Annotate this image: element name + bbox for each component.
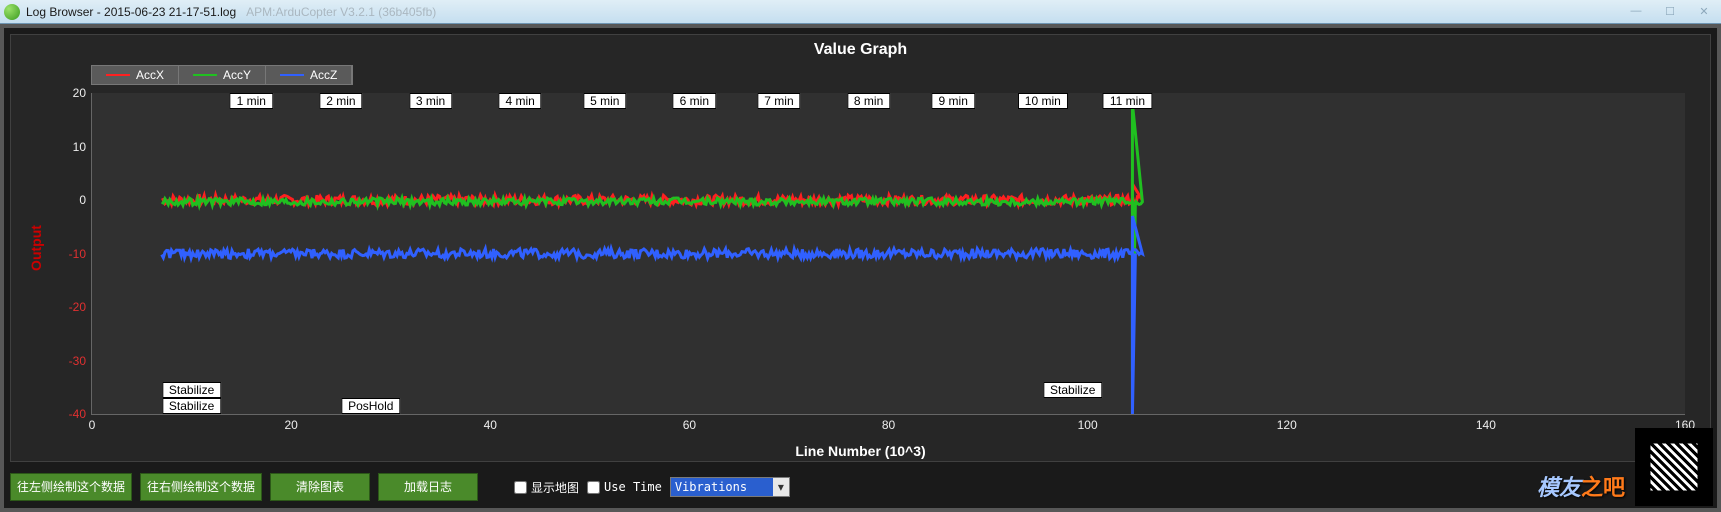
legend-label: AccY: [223, 68, 251, 82]
x-axis-label: Line Number (10^3): [795, 443, 925, 459]
show-map-label: 显示地图: [531, 479, 579, 496]
mode-marker: PosHold: [341, 398, 400, 414]
chart-title: Value Graph: [11, 35, 1710, 59]
time-marker: 2 min: [319, 93, 362, 109]
title-bar: Log Browser - 2015-06-23 21-17-51.log AP…: [0, 0, 1721, 24]
y-tick: 10: [73, 140, 86, 154]
app-body: Value Graph Output Line Number (10^3) Ac…: [0, 24, 1721, 512]
watermark-brand: 模友之吧: [1537, 470, 1625, 502]
mode-marker: Stabilize: [162, 398, 221, 414]
use-time-input[interactable]: [587, 481, 600, 494]
x-tick: 0: [89, 418, 96, 432]
x-tick: 20: [284, 418, 297, 432]
close-button[interactable]: ✕: [1691, 5, 1717, 18]
x-tick: 40: [484, 418, 497, 432]
qr-code: [1635, 428, 1713, 506]
plot-area[interactable]: -40-30-20-10010200204060801001201401601 …: [91, 93, 1685, 415]
legend-label: AccX: [136, 68, 164, 82]
app-icon: [4, 4, 20, 20]
time-marker: 1 min: [230, 93, 273, 109]
legend-swatch: [106, 74, 130, 76]
legend-swatch: [193, 74, 217, 76]
series-AccY: [162, 104, 1143, 372]
y-tick: -10: [69, 247, 86, 261]
plot-right-button[interactable]: 往右侧绘制这个数据: [140, 473, 262, 501]
y-tick: -30: [69, 354, 86, 368]
x-tick: 60: [683, 418, 696, 432]
window-title: Log Browser - 2015-06-23 21-17-51.log: [26, 5, 236, 19]
show-map-input[interactable]: [514, 481, 527, 494]
minimize-button[interactable]: —: [1623, 5, 1649, 18]
time-marker: 7 min: [757, 93, 800, 109]
time-marker: 10 min: [1018, 93, 1068, 109]
legend-swatch: [280, 74, 304, 76]
legend-item[interactable]: AccX: [92, 66, 179, 84]
legend-item[interactable]: AccY: [179, 66, 266, 84]
clear-chart-button[interactable]: 清除图表: [270, 473, 370, 501]
x-tick: 100: [1078, 418, 1098, 432]
series-AccZ: [162, 216, 1143, 414]
plot-left-button[interactable]: 往左侧绘制这个数据: [10, 473, 132, 501]
y-tick: 20: [73, 86, 86, 100]
y-tick: -20: [69, 300, 86, 314]
y-tick: 0: [79, 193, 86, 207]
y-axis-label: Output: [28, 225, 44, 271]
graph-type-combo[interactable]: Vibrations ▾: [670, 477, 790, 497]
mode-marker: Stabilize: [162, 382, 221, 398]
use-time-checkbox[interactable]: Use Time: [587, 480, 662, 494]
load-log-button[interactable]: 加载日志: [378, 473, 478, 501]
bottom-toolbar: 往左侧绘制这个数据 往右侧绘制这个数据 清除图表 加载日志 显示地图 Use T…: [10, 470, 1711, 504]
legend: AccX AccY AccZ: [91, 65, 353, 85]
legend-item[interactable]: AccZ: [266, 66, 352, 84]
legend-label: AccZ: [310, 68, 337, 82]
maximize-button[interactable]: ☐: [1657, 5, 1683, 18]
time-marker: 3 min: [409, 93, 452, 109]
x-tick: 80: [882, 418, 895, 432]
y-tick: -40: [69, 407, 86, 421]
x-tick: 140: [1476, 418, 1496, 432]
window-subtitle: APM:ArduCopter V3.2.1 (36b405fb): [246, 5, 436, 19]
time-marker: 5 min: [583, 93, 626, 109]
time-marker: 9 min: [932, 93, 975, 109]
series-AccX: [162, 184, 1143, 211]
combo-value: Vibrations: [671, 478, 773, 496]
time-marker: 11 min: [1103, 93, 1152, 109]
chart-area: Value Graph Output Line Number (10^3) Ac…: [10, 34, 1711, 462]
use-time-label: Use Time: [604, 480, 662, 494]
mode-marker: Stabilize: [1043, 382, 1102, 398]
time-marker: 8 min: [847, 93, 890, 109]
show-map-checkbox[interactable]: 显示地图: [514, 479, 579, 496]
chevron-down-icon: ▾: [773, 478, 789, 496]
time-marker: 6 min: [673, 93, 716, 109]
time-marker: 4 min: [498, 93, 541, 109]
x-tick: 120: [1277, 418, 1297, 432]
